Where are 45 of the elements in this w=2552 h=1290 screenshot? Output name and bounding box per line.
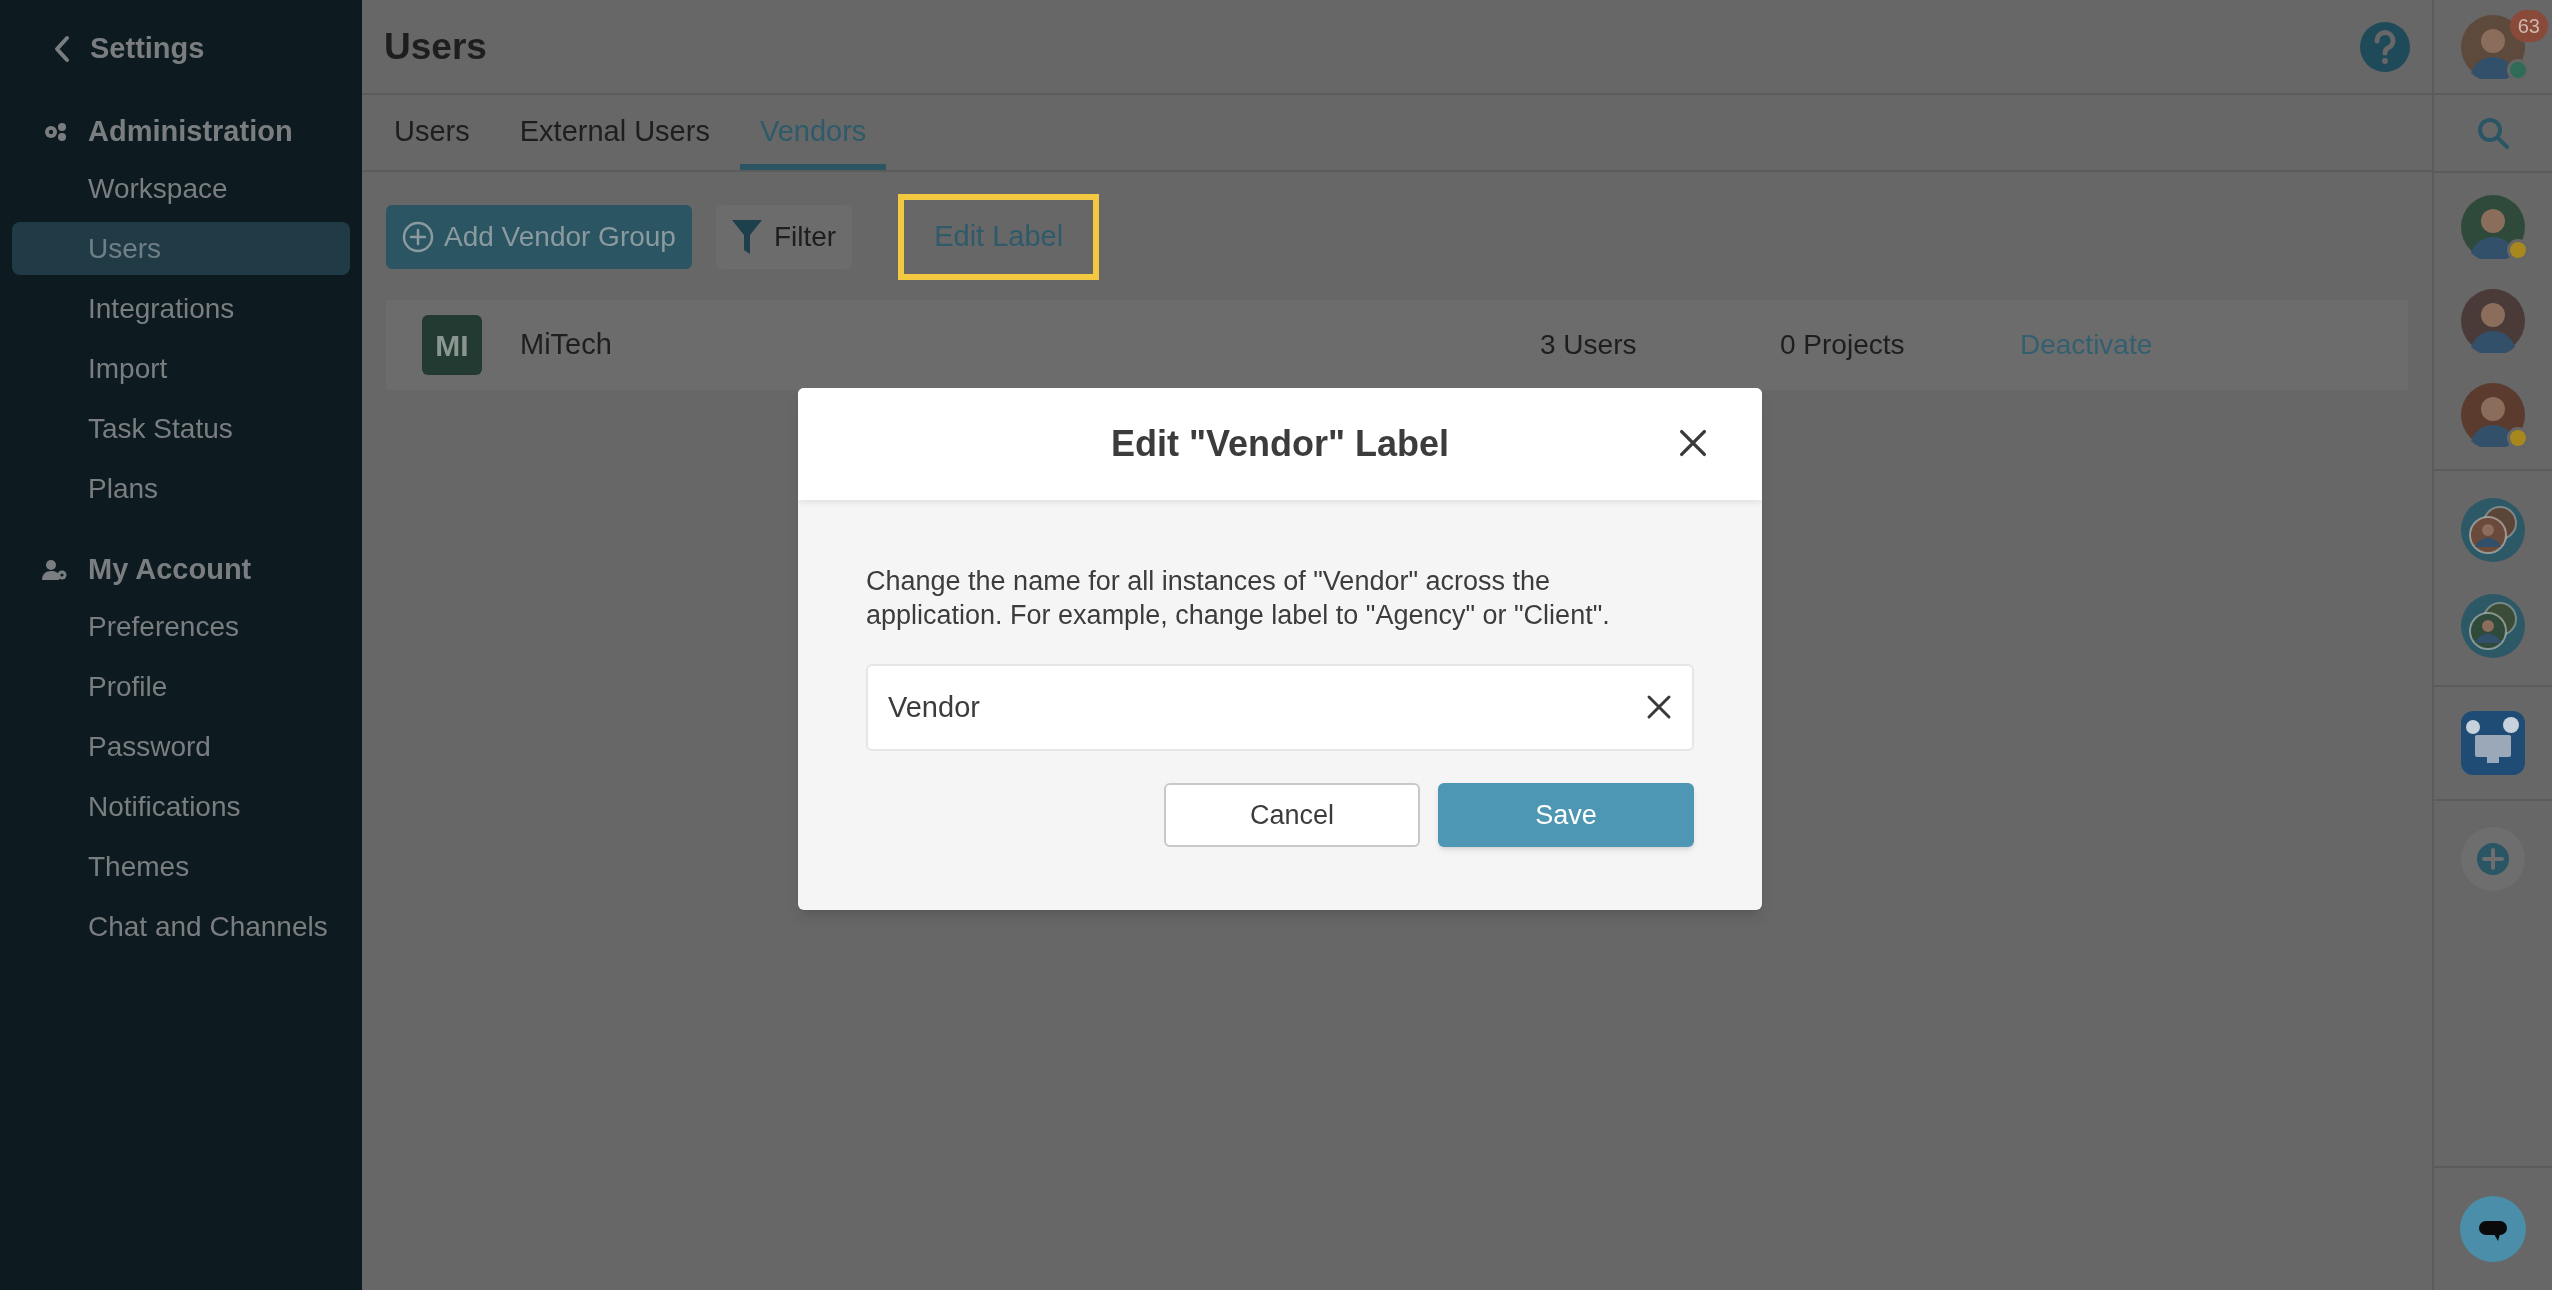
- back-chevron-icon[interactable]: [54, 35, 70, 63]
- group-avatar[interactable]: [2460, 497, 2526, 563]
- sidebar-item[interactable]: Profile: [12, 660, 350, 713]
- group-avatar[interactable]: [2460, 593, 2526, 659]
- label-input[interactable]: Vendor: [866, 664, 1694, 751]
- sidebar-item[interactable]: Import: [12, 342, 350, 395]
- plus-circle-icon: [402, 221, 434, 253]
- vendor-logo: MI: [422, 315, 482, 375]
- avatar[interactable]: [2461, 289, 2525, 353]
- add-vendor-group-button[interactable]: Add Vendor Group: [386, 205, 692, 269]
- user-settings-icon: [42, 559, 68, 581]
- sidebar-item[interactable]: Chat and Channels: [12, 900, 350, 953]
- sidebar-item[interactable]: Themes: [12, 840, 350, 893]
- page-title: Users: [384, 24, 487, 69]
- avatar[interactable]: [2461, 195, 2525, 259]
- vendor-name: MiTech: [520, 327, 613, 363]
- app-icon[interactable]: [2461, 711, 2525, 775]
- vendor-row[interactable]: MI MiTech 3 Users 0 Projects Deactivate: [386, 300, 2408, 390]
- help-icon[interactable]: [2360, 21, 2410, 72]
- notification-badge: 63: [2509, 10, 2548, 42]
- chat-icon[interactable]: [2460, 1196, 2526, 1262]
- dialog-title: Edit "Vendor" Label: [1110, 422, 1450, 466]
- save-button[interactable]: Save: [1438, 783, 1694, 847]
- cancel-button[interactable]: Cancel: [1164, 783, 1420, 847]
- sidebar-item[interactable]: Integrations: [12, 282, 350, 335]
- add-icon[interactable]: [2461, 827, 2525, 891]
- filter-button[interactable]: Filter: [715, 205, 853, 269]
- filter-icon: [731, 220, 762, 254]
- sidebar-item[interactable]: Workspace: [12, 162, 350, 215]
- sidebar-item[interactable]: Notifications: [12, 780, 350, 833]
- sidebar-item[interactable]: Preferences: [12, 600, 350, 653]
- sidebar-item[interactable]: Task Status: [12, 402, 350, 455]
- sidebar-item[interactable]: Plans: [12, 462, 350, 515]
- section-heading: My Account: [88, 552, 252, 588]
- dialog-description: Change the name for all instances of "Vendor" across the application. For example, change label to "Agency" or "Client".: [866, 565, 1611, 632]
- sidebar-item[interactable]: Password: [12, 720, 350, 773]
- avatar[interactable]: [2461, 383, 2525, 447]
- settings-title[interactable]: Settings: [90, 27, 205, 71]
- tab[interactable]: Users: [374, 95, 490, 170]
- user-count: 3 Users: [1540, 328, 1638, 362]
- section-heading: Administration: [88, 114, 293, 150]
- tab[interactable]: External Users: [499, 95, 730, 170]
- project-count: 0 Projects: [1780, 328, 1906, 362]
- gears-icon: [42, 121, 68, 143]
- sidebar-item[interactable]: Users: [12, 222, 350, 275]
